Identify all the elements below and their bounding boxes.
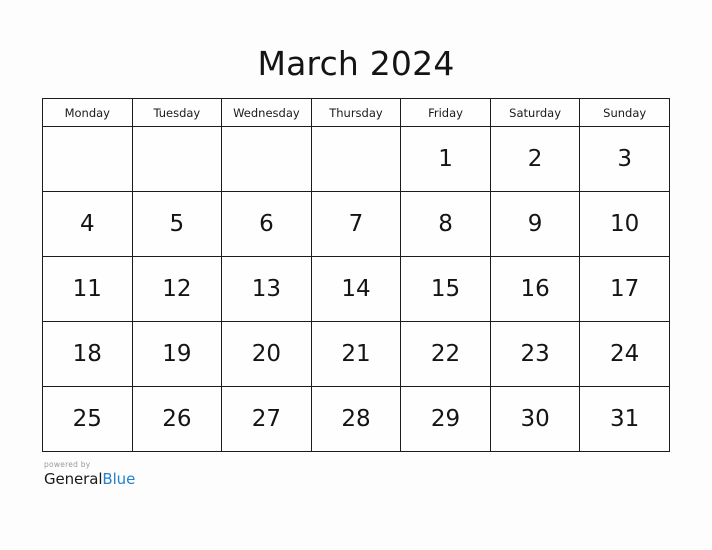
weekday-header-row: Monday Tuesday Wednesday Thursday Friday…: [42, 98, 670, 127]
day-cell[interactable]: 16: [489, 256, 581, 322]
day-cell[interactable]: 31: [579, 386, 670, 452]
calendar-body: 1 2 3 4 5 6 7 8 9 10 11 12 13 14 15 16 1…: [42, 126, 670, 452]
day-cell[interactable]: 24: [579, 321, 670, 387]
day-cell[interactable]: 7: [310, 191, 402, 257]
calendar-week-row: 25 26 27 28 29 30 31: [42, 386, 670, 452]
day-cell[interactable]: 27: [221, 386, 312, 452]
day-cell[interactable]: 28: [310, 386, 402, 452]
day-cell[interactable]: 2: [489, 126, 581, 192]
weekday-header-tuesday: Tuesday: [131, 98, 223, 127]
calendar-week-row: 18 19 20 21 22 23 24: [42, 321, 670, 387]
calendar-page: March 2024 Monday Tuesday Wednesday Thur…: [0, 0, 712, 550]
day-cell[interactable]: [131, 126, 223, 192]
day-cell[interactable]: 30: [489, 386, 581, 452]
day-cell[interactable]: 5: [131, 191, 223, 257]
day-cell[interactable]: 25: [42, 386, 133, 452]
weekday-header-monday: Monday: [42, 98, 133, 127]
weekday-header-wednesday: Wednesday: [221, 98, 312, 127]
day-cell[interactable]: 22: [400, 321, 491, 387]
day-cell[interactable]: 8: [400, 191, 491, 257]
day-cell[interactable]: 15: [400, 256, 491, 322]
day-cell[interactable]: 13: [221, 256, 312, 322]
calendar-week-row: 11 12 13 14 15 16 17: [42, 256, 670, 322]
month-calendar-grid: Monday Tuesday Wednesday Thursday Friday…: [42, 98, 670, 452]
calendar-header-row-group: Monday Tuesday Wednesday Thursday Friday…: [42, 98, 670, 127]
day-cell[interactable]: 17: [579, 256, 670, 322]
weekday-header-sunday: Sunday: [579, 98, 670, 127]
day-cell[interactable]: 14: [310, 256, 402, 322]
day-cell[interactable]: 18: [42, 321, 133, 387]
day-cell[interactable]: 6: [221, 191, 312, 257]
day-cell[interactable]: [221, 126, 312, 192]
day-cell[interactable]: 19: [131, 321, 223, 387]
day-cell[interactable]: 29: [400, 386, 491, 452]
day-cell[interactable]: 23: [489, 321, 581, 387]
day-cell[interactable]: 9: [489, 191, 581, 257]
day-cell[interactable]: 11: [42, 256, 133, 322]
powered-by-label: powered by: [44, 460, 91, 469]
calendar-week-row: 1 2 3: [42, 126, 670, 192]
day-cell[interactable]: 20: [221, 321, 312, 387]
day-cell[interactable]: 12: [131, 256, 223, 322]
day-cell[interactable]: [42, 126, 133, 192]
day-cell[interactable]: 26: [131, 386, 223, 452]
weekday-header-saturday: Saturday: [489, 98, 581, 127]
day-cell[interactable]: [310, 126, 402, 192]
day-cell[interactable]: 3: [579, 126, 670, 192]
generalblue-logo[interactable]: powered by GeneralBlue: [44, 461, 135, 487]
day-cell[interactable]: 4: [42, 191, 133, 257]
weekday-header-thursday: Thursday: [310, 98, 402, 127]
day-cell[interactable]: 21: [310, 321, 402, 387]
brand-wordmark-general: General: [44, 469, 103, 488]
brand-wordmark: GeneralBlue: [44, 469, 136, 488]
weekday-header-friday: Friday: [400, 98, 491, 127]
day-cell[interactable]: 10: [579, 191, 670, 257]
brand-wordmark-blue: Blue: [102, 469, 136, 488]
day-cell[interactable]: 1: [400, 126, 491, 192]
calendar-week-row: 4 5 6 7 8 9 10: [42, 191, 670, 257]
page-title: March 2024: [257, 44, 455, 83]
